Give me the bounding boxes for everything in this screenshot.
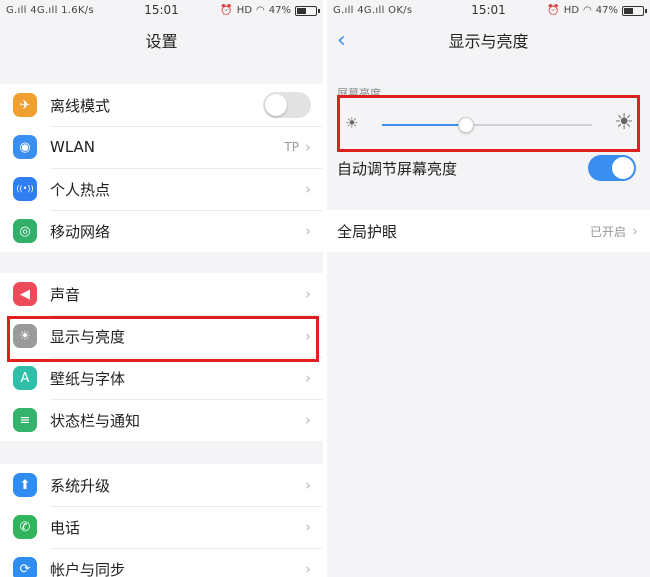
chevron-right-icon: › <box>305 369 311 387</box>
eye-care-row[interactable]: 全局护眼 已开启 › <box>327 210 650 252</box>
settings-item[interactable]: ◀ 声音 › <box>0 273 323 315</box>
settings-item-label: 帐户与同步 <box>50 560 126 577</box>
page-title: 显示与亮度 <box>448 32 529 51</box>
status-bar: G.ıll 4G.ıll OK/s 15:01 ⏰ HD ◠ 47% <box>327 0 650 22</box>
settings-item-label: 显示与亮度 <box>50 327 126 346</box>
phone-icon: ✆ <box>13 515 37 539</box>
settings-item[interactable]: ⟳ 帐户与同步 › <box>0 548 323 577</box>
wifi-status-icon: ◠ <box>256 5 265 16</box>
settings-item-label: WLAN <box>50 138 96 156</box>
airplane-icon: ✈ <box>13 93 37 117</box>
auto-brightness-row[interactable]: 自动调节屏幕亮度 <box>327 147 650 189</box>
settings-item[interactable]: ✈ 离线模式 <box>0 84 323 126</box>
settings-group-system: ⬆ 系统升级 › ✆ 电话 › ⟳ 帐户与同步 › <box>0 464 323 577</box>
sound-icon: ◀ <box>13 282 37 306</box>
status-bar: G.ıll 4G.ıll 1.6K/s 15:01 ⏰ HD ◠ 47% <box>0 0 323 22</box>
chevron-right-icon: › <box>305 138 311 156</box>
hd-badge: HD <box>563 5 580 16</box>
auto-brightness-toggle[interactable] <box>588 155 636 181</box>
settings-panel: G.ıll 4G.ıll 1.6K/s 15:01 ⏰ HD ◠ 47% 设置 … <box>0 0 323 577</box>
settings-item-value: TP <box>284 140 299 154</box>
chevron-right-icon: › <box>305 476 311 494</box>
settings-item-label: 声音 <box>50 285 81 304</box>
alarm-icon: ⏰ <box>220 5 233 16</box>
chevron-right-icon: › <box>305 327 311 345</box>
battery-percent: 47% <box>268 5 291 16</box>
auto-brightness-label: 自动调节屏幕亮度 <box>337 159 458 178</box>
chevron-right-icon: › <box>305 518 311 536</box>
globe-icon: ◎ <box>13 219 37 243</box>
wallpaper-font-icon: A <box>13 366 37 390</box>
battery-icon <box>622 5 647 16</box>
brightness-slider[interactable] <box>382 117 592 133</box>
settings-item[interactable]: ✆ 电话 › <box>0 506 323 548</box>
settings-item[interactable]: ≡ 状态栏与通知 › <box>0 399 323 441</box>
settings-item[interactable]: ⬆ 系统升级 › <box>0 464 323 506</box>
settings-item[interactable]: A 壁纸与字体 › <box>0 357 323 399</box>
alarm-icon: ⏰ <box>547 5 560 16</box>
settings-group-display: ◀ 声音 › ☀ 显示与亮度 › A 壁纸与字体 › ≡ 状态栏与通知 › <box>0 273 323 441</box>
settings-item-label: 离线模式 <box>50 96 111 115</box>
airplane-mode-toggle[interactable] <box>263 92 311 118</box>
battery-icon <box>295 5 320 16</box>
battery-percent: 47% <box>595 5 618 16</box>
notification-icon: ≡ <box>13 408 37 432</box>
eye-care-label: 全局护眼 <box>337 222 398 241</box>
settings-item-label: 系统升级 <box>50 476 111 495</box>
brightness-low-icon: ☀ <box>345 114 359 132</box>
settings-item-label: 电话 <box>50 518 81 537</box>
system-update-icon: ⬆ <box>13 473 37 497</box>
chevron-right-icon: › <box>305 411 311 429</box>
settings-item[interactable]: ◉ WLAN TP › <box>0 126 323 168</box>
settings-item[interactable]: ((•)) 个人热点 › <box>0 168 323 210</box>
brightness-high-icon: ☀ <box>614 110 634 135</box>
wifi-status-icon: ◠ <box>583 5 592 16</box>
hotspot-icon: ((•)) <box>13 177 37 201</box>
chevron-right-icon: › <box>305 180 311 198</box>
chevron-right-icon: › <box>305 285 311 303</box>
settings-item-label: 移动网络 <box>50 222 111 241</box>
eye-care-status: 已开启 <box>589 224 626 239</box>
page-title: 设置 <box>0 22 323 62</box>
chevron-right-icon: › <box>305 222 311 240</box>
hd-badge: HD <box>236 5 253 16</box>
account-sync-icon: ⟳ <box>13 557 37 577</box>
settings-item-label: 个人热点 <box>50 180 111 199</box>
brightness-slider-row: ☀ ☀ <box>327 96 650 152</box>
wifi-icon: ◉ <box>13 135 37 159</box>
brightness-icon: ☀ <box>13 324 37 348</box>
settings-item[interactable]: ◎ 移动网络 › <box>0 210 323 252</box>
settings-item-label: 壁纸与字体 <box>50 369 126 388</box>
chevron-right-icon: › <box>305 560 311 577</box>
slider-fill <box>382 124 466 126</box>
settings-group-network: ✈ 离线模式 ◉ WLAN TP › ((•)) 个人热点 › ◎ 移动网络 › <box>0 84 323 252</box>
chevron-right-icon: › <box>632 222 638 240</box>
slider-thumb[interactable] <box>458 117 474 133</box>
settings-item[interactable]: ☀ 显示与亮度 › <box>0 315 323 357</box>
display-brightness-panel: G.ıll 4G.ıll OK/s 15:01 ⏰ HD ◠ 47% ‹ 显示与… <box>327 0 650 577</box>
settings-item-label: 状态栏与通知 <box>50 411 141 430</box>
back-arrow-icon[interactable]: ‹ <box>337 22 346 60</box>
